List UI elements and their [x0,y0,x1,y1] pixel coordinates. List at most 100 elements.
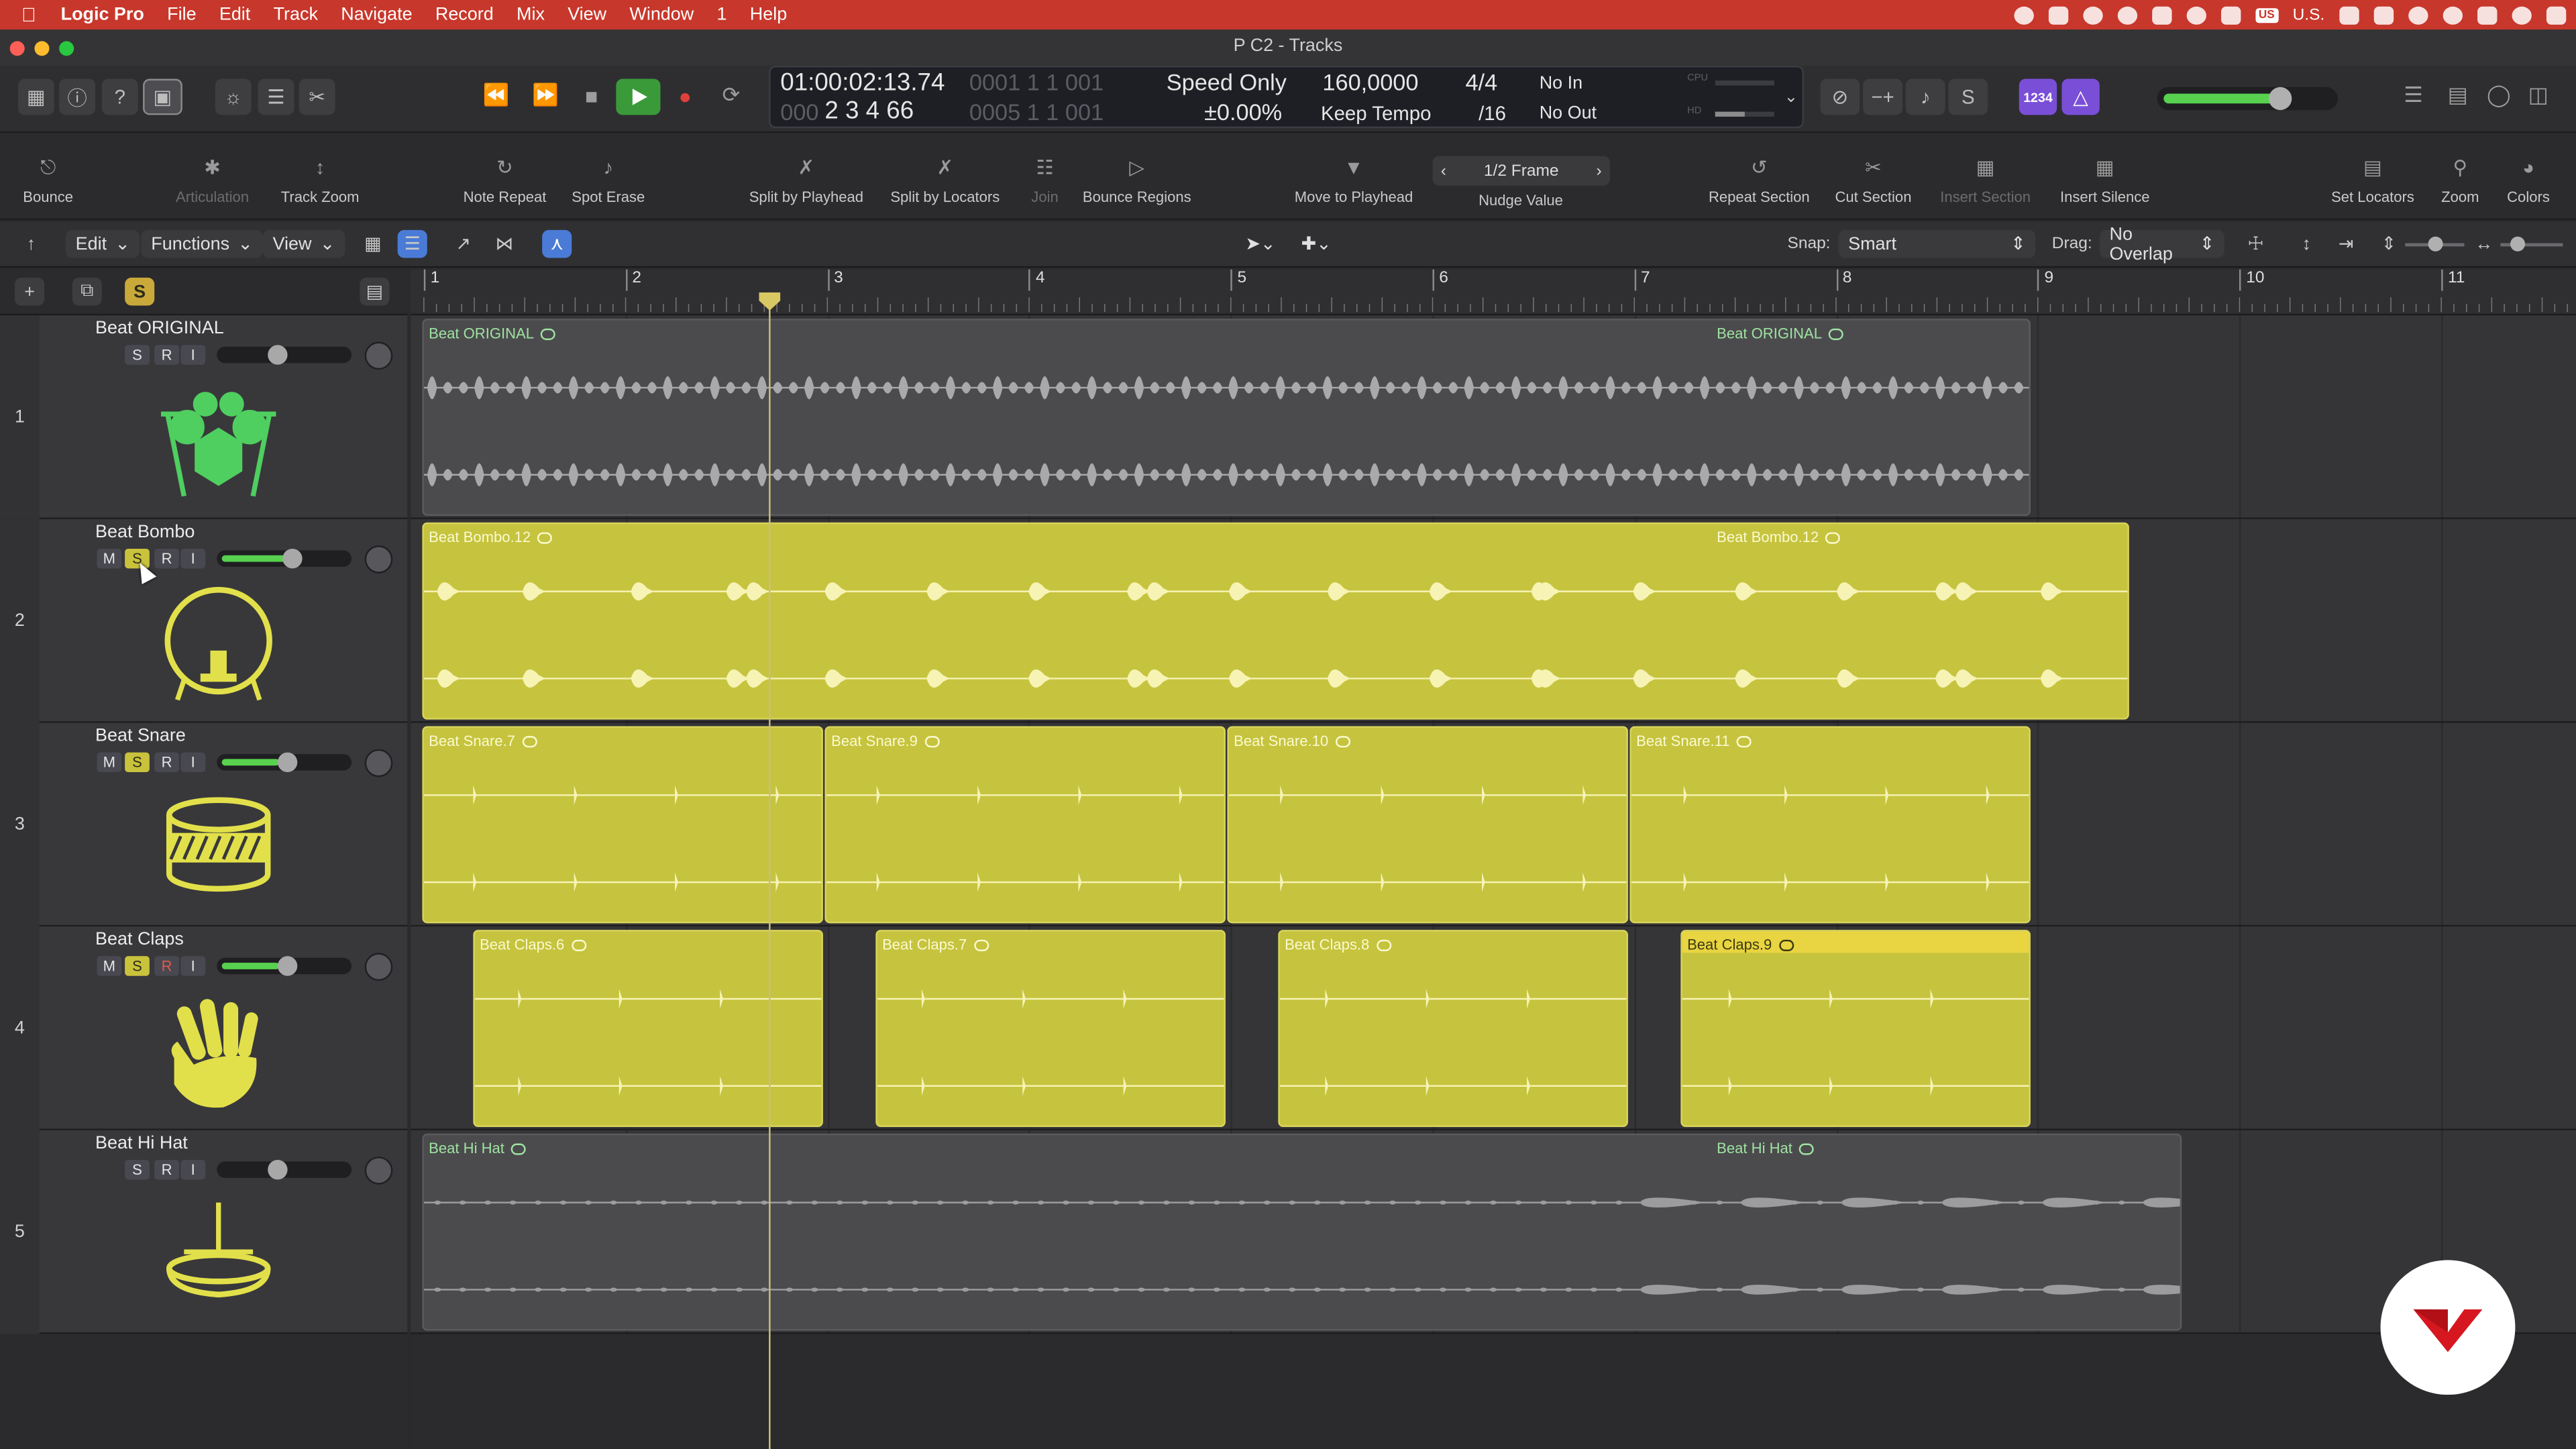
sync-icon[interactable] [2082,5,2103,24]
tuner-icon[interactable]: ♪ [1905,78,1945,115]
menu-mix[interactable]: Mix [505,5,556,24]
loop-browser-icon[interactable]: ◯ [2484,80,2514,110]
track-lane-4[interactable]: Beat Claps.6 Beat Claps.7 Beat Claps.8 Beat… [411,926,2576,1130]
fast-forward-icon[interactable]: ⏩ [531,80,560,110]
play-circle-icon[interactable] [2186,5,2206,24]
join-button[interactable]: ☷ Join [1028,156,1061,205]
snap-select[interactable]: Smart ⇕ [1838,229,2036,258]
audio-region[interactable]: Beat Claps.9 [1680,930,2031,1128]
cloud-icon[interactable] [2151,5,2172,24]
playhead[interactable] [769,292,771,1449]
spotlight-search-icon[interactable] [2443,5,2463,24]
waveform-zoom-icon[interactable]: ☩ [2241,230,2270,258]
menu-view[interactable]: View [556,5,618,24]
track-header-options-icon[interactable]: ▤ [360,277,390,306]
note-repeat-button[interactable]: ↻ Note Repeat [464,156,547,205]
audio-region[interactable]: Beat Claps.8 [1278,930,1628,1128]
cycle-icon[interactable]: ⟳ [716,80,746,110]
set-locators-button[interactable]: ▤ Set Locators [2331,156,2414,205]
add-track-icon[interactable]: + [15,277,45,306]
mixer-icon[interactable]: ☰ [258,78,294,115]
audio-region[interactable]: Beat Claps.7 [875,930,1226,1128]
insert-silence-button[interactable]: ▦ Insert Silence [2060,156,2150,205]
bounce-button[interactable]: ⎋ Bounce [23,156,73,205]
global-solo-icon[interactable]: S [125,277,155,306]
audio-region[interactable]: Beat ORIGINAL Beat ORIGINAL [422,319,2031,516]
quick-help-icon[interactable]: ? [101,78,138,115]
track-zoom-button[interactable]: ↕ Track Zoom [281,156,360,205]
duplicate-track-icon[interactable]: ⧉ [72,277,102,306]
horizontal-zoom-slider-icon[interactable]: ↔ [2469,230,2499,258]
menu-app[interactable]: Logic Pro [49,5,156,24]
track-lane-5[interactable]: Beat Hi Hat Beat Hi Hat [411,1130,2576,1334]
dropbox-icon[interactable] [2048,5,2068,24]
track-lane-2[interactable]: Beat Bombo.12 Beat Bombo.12 [411,519,2576,723]
audio-region[interactable]: Beat Snare.11 [1629,726,2031,924]
vertical-zoom-slider-icon[interactable]: ⇕ [2374,230,2404,258]
menu-1[interactable]: 1 [705,5,738,24]
metronome-icon[interactable]: △ [2061,78,2100,115]
notepad-icon[interactable]: ▤ [2443,80,2473,110]
cut-section-button[interactable]: ✂ Cut Section [1835,156,1912,205]
drag-select[interactable]: No Overlap ⇕ [2099,224,2224,264]
track-lane-3[interactable]: Beat Snare.7 Beat Snare.9 Beat Snare.10 Bea… [411,722,2576,927]
record-icon[interactable]: ● [670,80,700,110]
catch-icon[interactable]: ⋏ [542,229,572,258]
empty-header-area[interactable] [0,1334,408,1449]
lcd-chevron-down-icon[interactable]: ⌄ [1784,89,1799,107]
articulation-button[interactable]: ✱ Articulation [176,156,249,205]
edit-menu[interactable]: Edit ⌄ [65,229,140,258]
status-app-icon[interactable] [2013,5,2034,24]
track-lane-1[interactable]: Beat ORIGINAL Beat ORIGINAL [411,315,2576,519]
up-arrow-icon[interactable]: ↑ [16,230,46,258]
volume-icon[interactable] [2339,5,2359,24]
nudge-value-selector[interactable]: ‹ 1/2 Frame › [1432,156,1611,186]
pointer-tool-icon[interactable]: ➤⌄ [1236,230,1286,258]
audio-region[interactable]: Beat Hi Hat Beat Hi Hat [422,1133,2182,1331]
colors-button[interactable]: ◕ Colors [2507,156,2550,205]
nudge-left-chevron-icon[interactable]: ‹ [1441,162,1446,180]
siri-icon[interactable] [2512,5,2532,24]
move-to-playhead-button[interactable]: ▼ Move to Playhead [1295,156,1413,205]
audio-region[interactable]: Beat Claps.6 [473,930,823,1128]
rewind-icon[interactable]: ⏪ [482,80,511,110]
vpn-icon[interactable] [2220,5,2241,24]
menu-help[interactable]: Help [739,5,799,24]
notification-icon[interactable] [2546,5,2567,24]
audio-region[interactable]: Beat Bombo.12 Beat Bombo.12 [422,522,2129,720]
menu-window[interactable]: Window [618,5,705,24]
toolbar-toggle-icon[interactable]: ▣ [143,78,182,115]
menu-navigate[interactable]: Navigate [329,5,424,24]
autopunch-icon[interactable]: −+ [1863,78,1902,115]
vertical-zoom-icon[interactable]: ↕ [2292,230,2321,258]
repeat-section-button[interactable]: ↺ Repeat Section [1709,156,1810,205]
secondary-tool-icon[interactable]: ✚⌄ [1291,230,1342,258]
bar-ruler[interactable]: 1 2 3 4 5 6 7 8 9 10 11 [411,269,2576,316]
stop-icon[interactable]: ■ [577,80,606,110]
split-by-locators-button[interactable]: ✗ Split by Locators [890,156,1000,205]
menu-edit[interactable]: Edit [208,5,262,24]
library-icon[interactable]: ▦ [17,78,54,115]
horizontal-fit-icon[interactable]: ⇥ [2331,230,2361,258]
grid-view-icon[interactable]: ▦ [358,230,388,258]
input-flag-icon[interactable]: US [2255,7,2278,23]
play-button[interactable] [616,78,661,115]
zoom-button[interactable]: ⚲ Zoom [2441,156,2479,205]
wifi-icon[interactable] [2408,5,2428,24]
audio-region[interactable]: Beat Snare.10 [1227,726,1628,924]
moon-icon[interactable] [2117,5,2137,24]
input-source-label[interactable]: U.S. [2293,6,2325,24]
replace-icon[interactable]: ⊘ [1820,78,1860,115]
nudge-right-chevron-icon[interactable]: › [1597,162,1602,180]
audio-region[interactable]: Beat Snare.9 [824,726,1226,924]
editors-icon[interactable]: ✂ [299,78,335,115]
master-volume-knob[interactable] [2269,87,2292,111]
master-volume-slider[interactable] [2157,87,2338,111]
count-in-badge[interactable]: 1234 [2019,78,2057,115]
horizontal-zoom-slider[interactable] [2500,236,2563,252]
spot-erase-button[interactable]: ♪ Spot Erase [572,156,645,205]
split-by-playhead-button[interactable]: ✗ Split by Playhead [749,156,863,205]
audio-region[interactable]: Beat Snare.7 [422,726,823,924]
browsers-icon[interactable]: ◫ [2524,80,2553,110]
apple-menu-icon[interactable]:  [0,3,49,26]
